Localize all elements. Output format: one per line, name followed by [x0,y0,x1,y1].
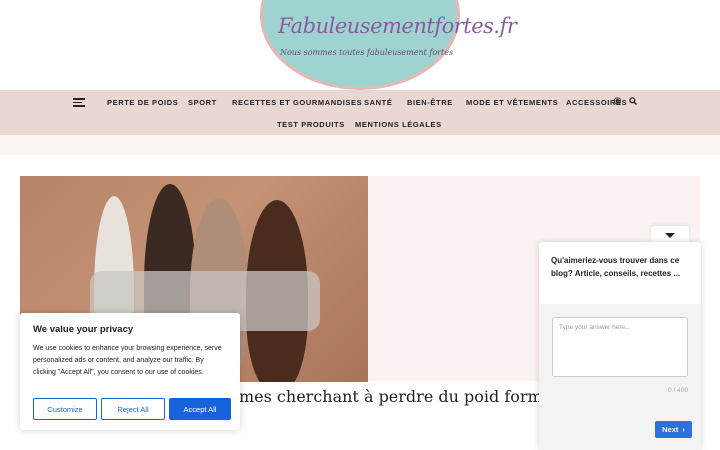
menu-icon[interactable] [73,98,85,107]
cookie-text: We use cookies to enhance your browsing … [33,345,222,376]
cookie-buttons: Customize Reject All Accept All [33,398,231,420]
nav-item-bien-etre[interactable]: BIEN-ÊTRE [407,98,453,107]
nav-item-recettes[interactable]: RECETTES ET GOURMANDISES [232,98,362,107]
chevron-down-icon [665,233,675,238]
chevron-right-icon: › [682,425,685,434]
nav-item-sport[interactable]: SPORT [188,98,217,107]
cookie-consent-banner: We value your privacy We use cookies to … [20,313,240,430]
nav-item-test-produits[interactable]: TEST PRODUITS [277,120,345,129]
survey-char-counter: 0 / 400 [668,387,688,394]
nav-item-sante[interactable]: SANTÉ [364,98,392,107]
survey-next-button[interactable]: Next › [655,421,692,438]
cookie-heading: We value your privacy [33,324,134,335]
logo-title: Fabuleusementfortes.fr [278,14,517,38]
header-divider-band [0,135,720,155]
survey-widget: Qu'aimeriez-vous trouver dans ce blog? A… [539,242,701,450]
nav-item-mode[interactable]: MODE ET VÊTEMENTS [466,98,558,107]
accept-all-button[interactable]: Accept All [169,398,231,420]
nav-item-perte-de-poids[interactable]: PERTE DE POIDS [107,98,178,107]
survey-answer-area: Type your answer here... 0 / 400 Next › [539,304,701,450]
survey-next-label: Next [662,425,679,434]
main-nav: PERTE DE POIDS SPORT RECETTES ET GOURMAN… [0,90,720,135]
survey-answer-input[interactable]: Type your answer here... [552,317,688,377]
reject-all-button[interactable]: Reject All [101,398,165,420]
survey-question: Qu'aimeriez-vous trouver dans ce blog? A… [551,256,681,278]
search-icon[interactable] [629,97,637,107]
logo-tagline: Nous sommes toutes fabuleusement fortes [280,48,454,57]
page: Fabuleusementfortes.fr Nous sommes toute… [0,0,720,450]
site-logo[interactable]: Fabuleusementfortes.fr Nous sommes toute… [260,0,517,90]
nav-item-mentions-legales[interactable]: MENTIONS LÉGALES [355,120,442,129]
nav-icons [614,97,637,107]
customize-button[interactable]: Customize [33,398,97,420]
instagram-icon[interactable] [614,97,621,107]
